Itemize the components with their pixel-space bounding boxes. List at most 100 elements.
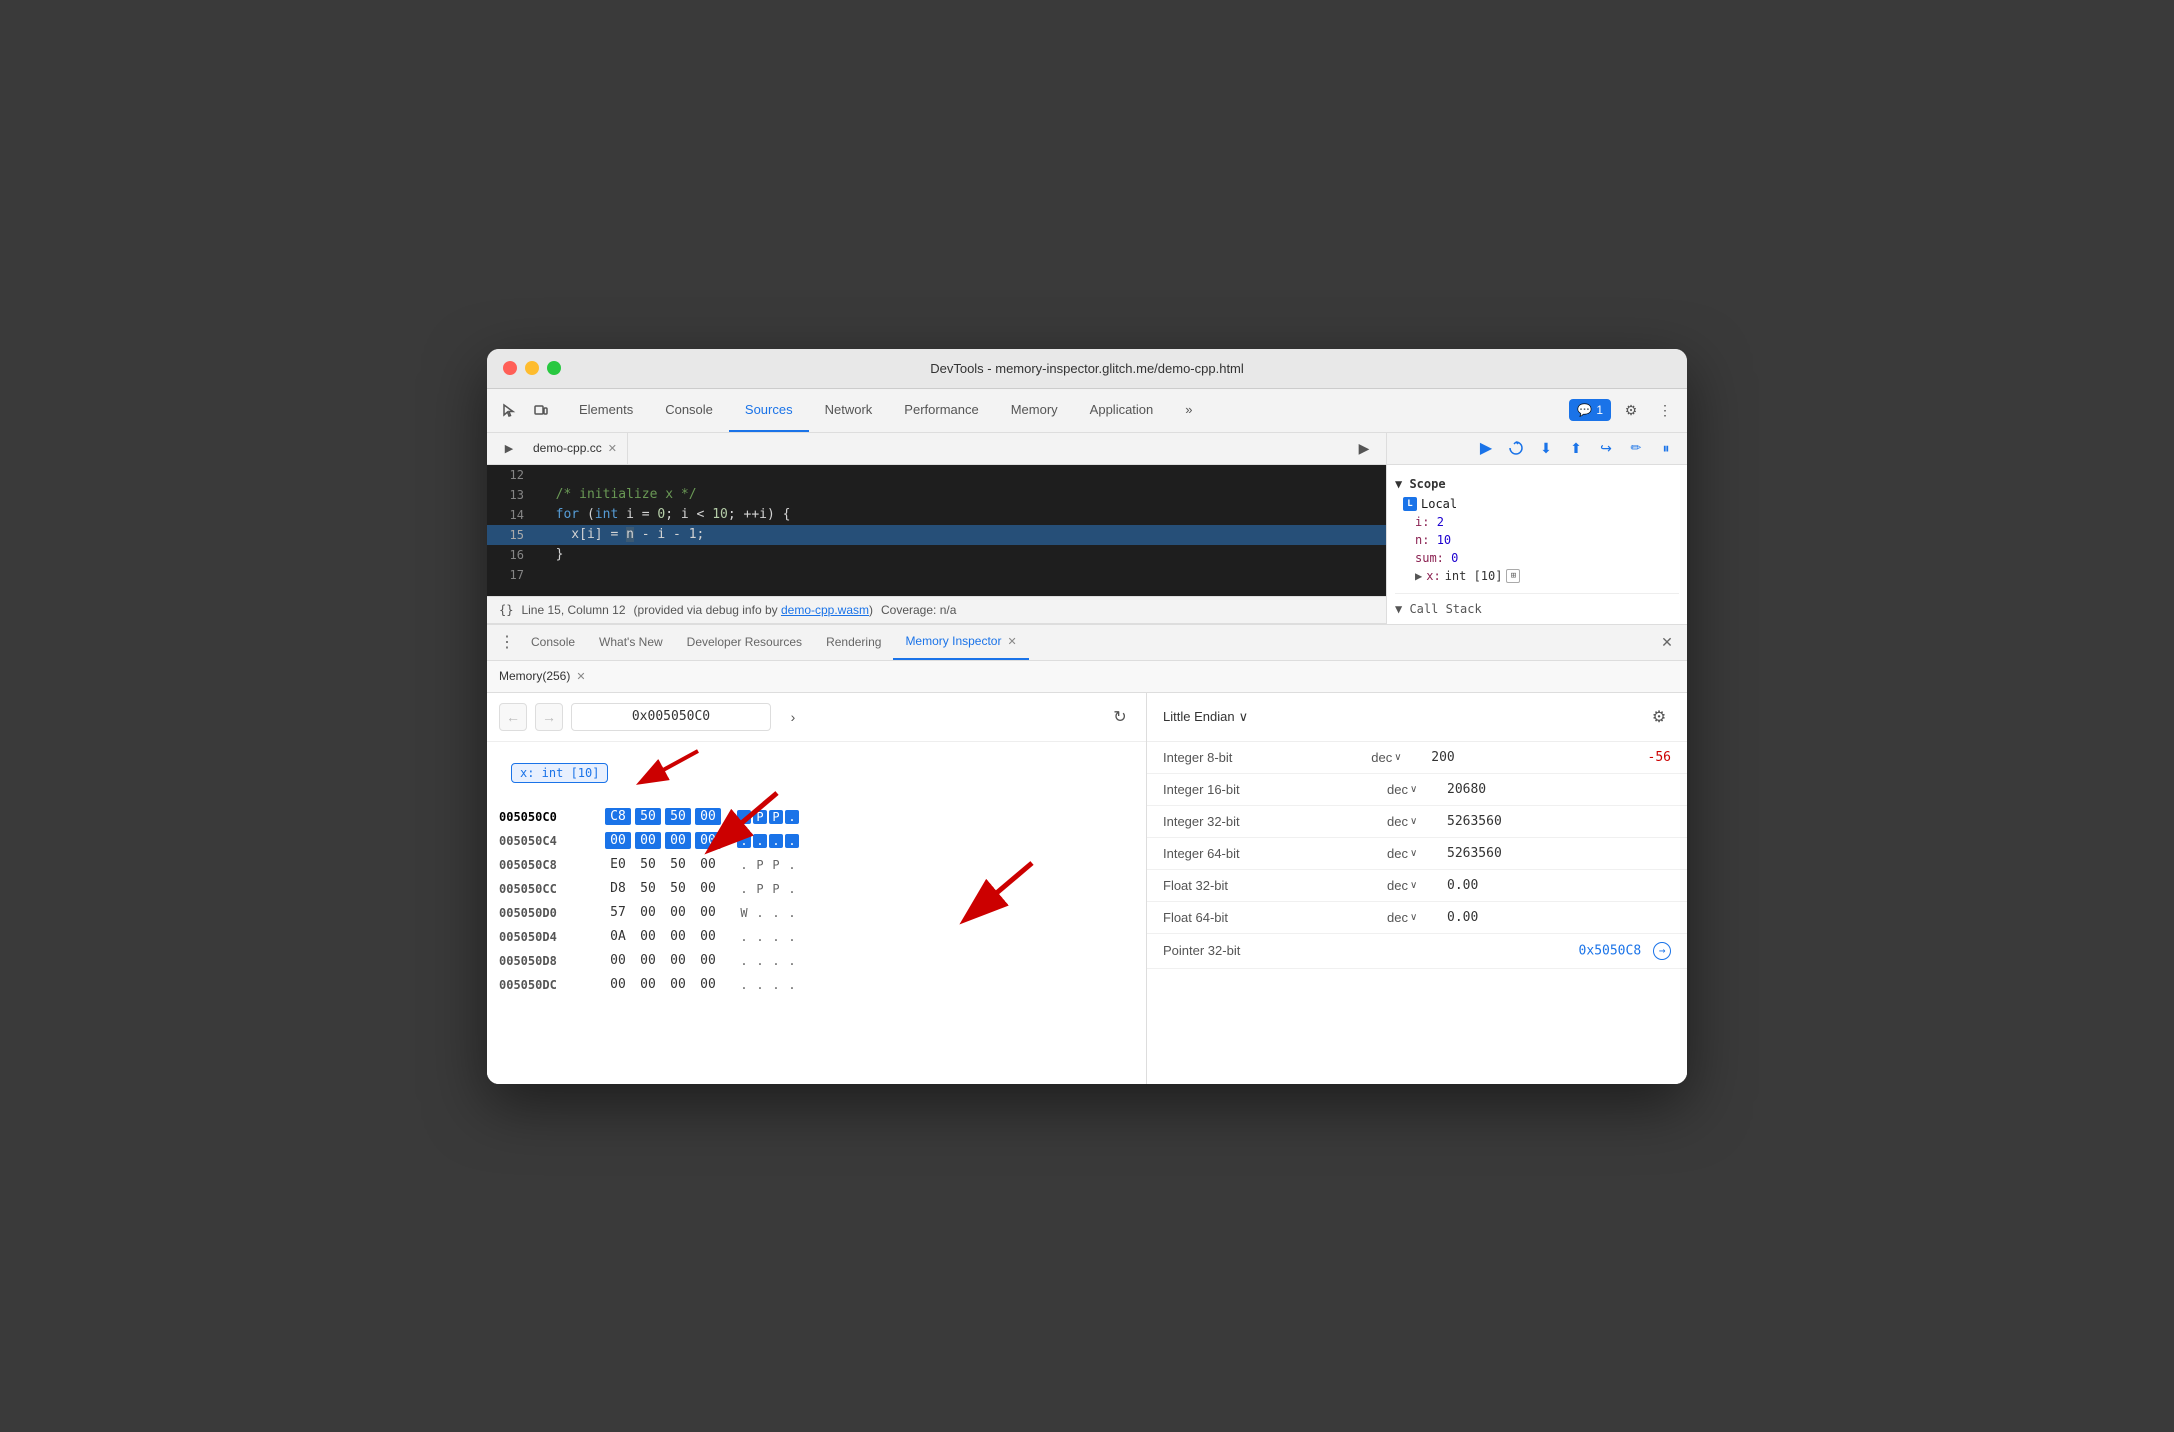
hex-byte-00b[interactable]: 00 xyxy=(605,832,631,849)
tab-sources[interactable]: Sources xyxy=(729,389,809,432)
hex-byte-57[interactable]: 57 xyxy=(605,904,631,921)
debug-step-btn[interactable]: ↪ xyxy=(1593,435,1619,461)
call-stack-header[interactable]: ▼ Call Stack xyxy=(1395,593,1679,616)
hex-byte-50f[interactable]: 50 xyxy=(665,880,691,897)
bottom-tab-devresources[interactable]: Developer Resources xyxy=(675,625,814,660)
value-ptr32[interactable]: 0x5050C8 → xyxy=(1579,942,1671,960)
hex-back-btn[interactable]: ← xyxy=(499,703,527,731)
format-float32[interactable]: dec ∨ xyxy=(1387,878,1447,893)
bottom-tab-whatsnew[interactable]: What's New xyxy=(587,625,675,660)
hex-fwd-btn[interactable]: → xyxy=(535,703,563,731)
scope-local-header[interactable]: L Local xyxy=(1403,495,1679,513)
values-settings-btn[interactable]: ⚙ xyxy=(1647,705,1671,729)
hex-byte-00i[interactable]: 00 xyxy=(665,904,691,921)
hex-byte-50d[interactable]: 50 xyxy=(665,856,691,873)
debug-stepover-btn[interactable] xyxy=(1503,435,1529,461)
memory-icon[interactable]: ⊞ xyxy=(1506,569,1520,583)
hex-byte-50b[interactable]: 50 xyxy=(665,808,691,825)
hex-byte-00o[interactable]: 00 xyxy=(635,952,661,969)
hex-byte-00d[interactable]: 00 xyxy=(665,832,691,849)
hex-byte-00e[interactable]: 00 xyxy=(695,832,721,849)
bottom-tab-menu-btn[interactable]: ⋮ xyxy=(495,630,519,654)
format-int8[interactable]: dec ∨ xyxy=(1371,750,1431,765)
run-icon-btn[interactable]: ▶ xyxy=(495,434,523,462)
hex-byte-00s[interactable]: 00 xyxy=(635,976,661,993)
hex-byte-00r[interactable]: 00 xyxy=(605,976,631,993)
bottom-tab-memoryinspector[interactable]: Memory Inspector ✕ xyxy=(893,625,1028,660)
hex-byte-c8[interactable]: C8 xyxy=(605,808,631,825)
hex-byte-00h[interactable]: 00 xyxy=(635,904,661,921)
cursor-icon-btn[interactable] xyxy=(495,396,523,424)
source-tab-close[interactable]: ✕ xyxy=(608,442,617,455)
debug-pause-btn[interactable]: ⏸ xyxy=(1653,435,1679,461)
hex-byte-00g[interactable]: 00 xyxy=(695,880,721,897)
address-input[interactable] xyxy=(571,703,771,731)
minimize-button[interactable] xyxy=(525,361,539,375)
scope-item-x[interactable]: ▶ x: int [10] ⊞ xyxy=(1403,567,1679,585)
hex-byte-00f[interactable]: 00 xyxy=(695,856,721,873)
hex-byte-e0[interactable]: E0 xyxy=(605,856,631,873)
tab-elements[interactable]: Elements xyxy=(563,389,649,432)
hex-byte-00p[interactable]: 00 xyxy=(665,952,691,969)
hex-char-dot21: . xyxy=(737,978,751,992)
close-bottom-panel-btn[interactable]: ✕ xyxy=(1655,630,1679,654)
hex-byte-00a[interactable]: 00 xyxy=(695,808,721,825)
tab-performance[interactable]: Performance xyxy=(888,389,994,432)
source-nav-right-btn[interactable]: ▶ xyxy=(1350,434,1378,462)
refresh-btn[interactable]: ↻ xyxy=(1106,703,1134,731)
debug-deactivate-btn[interactable]: ✏ xyxy=(1623,435,1649,461)
hex-byte-00c[interactable]: 00 xyxy=(635,832,661,849)
source-file-tab[interactable]: demo-cpp.cc ✕ xyxy=(523,433,628,464)
tab-network[interactable]: Network xyxy=(809,389,889,432)
scope-item-sum[interactable]: sum: 0 xyxy=(1403,549,1679,567)
memory-buffer-tab[interactable]: Memory(256) ✕ xyxy=(499,669,586,683)
status-position: Line 15, Column 12 xyxy=(521,603,625,617)
ptr-navigate-icon[interactable]: → xyxy=(1653,942,1671,960)
hex-char-dot4: . xyxy=(769,834,783,848)
debug-stepout-btn[interactable]: ⬆ xyxy=(1563,435,1589,461)
memory-tag[interactable]: x: int [10] xyxy=(511,763,608,783)
hex-byte-00m[interactable]: 00 xyxy=(695,928,721,945)
scope-section: L Local i: 2 n: 10 sum: xyxy=(1403,495,1679,585)
endian-select-btn[interactable]: Little Endian ∨ xyxy=(1163,709,1248,725)
chat-badge-btn[interactable]: 💬 1 xyxy=(1569,399,1611,421)
hex-byte-50a[interactable]: 50 xyxy=(635,808,661,825)
debug-resume-btn[interactable]: ▶ xyxy=(1473,435,1499,461)
hex-byte-0a[interactable]: 0A xyxy=(605,928,631,945)
hex-addr-3: 005050CC xyxy=(499,882,589,896)
hex-byte-00j[interactable]: 00 xyxy=(695,904,721,921)
format-int16[interactable]: dec ∨ xyxy=(1387,782,1447,797)
memory-inspector-tab-close[interactable]: ✕ xyxy=(1007,635,1016,648)
bottom-tab-console[interactable]: Console xyxy=(519,625,587,660)
bottom-tab-rendering[interactable]: Rendering xyxy=(814,625,893,660)
hex-addr-5: 005050D4 xyxy=(499,930,589,944)
hex-byte-00l[interactable]: 00 xyxy=(665,928,691,945)
settings-btn[interactable]: ⚙ xyxy=(1617,396,1645,424)
tab-more[interactable]: » xyxy=(1169,389,1208,432)
tab-console[interactable]: Console xyxy=(649,389,729,432)
hex-byte-00q[interactable]: 00 xyxy=(695,952,721,969)
address-go-btn[interactable]: › xyxy=(779,703,807,731)
scope-item-n[interactable]: n: 10 xyxy=(1403,531,1679,549)
format-int32[interactable]: dec ∨ xyxy=(1387,814,1447,829)
hex-byte-00u[interactable]: 00 xyxy=(695,976,721,993)
hex-byte-50c[interactable]: 50 xyxy=(635,856,661,873)
hex-byte-00t[interactable]: 00 xyxy=(665,976,691,993)
close-button[interactable] xyxy=(503,361,517,375)
hex-byte-d8[interactable]: D8 xyxy=(605,880,631,897)
debug-stepinto-btn[interactable]: ⬇ xyxy=(1533,435,1559,461)
scope-item-i[interactable]: i: 2 xyxy=(1403,513,1679,531)
format-float64[interactable]: dec ∨ xyxy=(1387,910,1447,925)
hex-byte-50e[interactable]: 50 xyxy=(635,880,661,897)
tab-memory[interactable]: Memory xyxy=(995,389,1074,432)
tab-application[interactable]: Application xyxy=(1074,389,1170,432)
format-int64[interactable]: dec ∨ xyxy=(1387,846,1447,861)
hex-byte-00n[interactable]: 00 xyxy=(605,952,631,969)
line-content-13: /* initialize x */ xyxy=(532,487,697,502)
device-toolbar-btn[interactable] xyxy=(527,396,555,424)
maximize-button[interactable] xyxy=(547,361,561,375)
more-btn[interactable]: ⋮ xyxy=(1651,396,1679,424)
memory-tab-close-btn[interactable]: ✕ xyxy=(576,670,585,683)
hex-byte-00k[interactable]: 00 xyxy=(635,928,661,945)
status-format: {} xyxy=(499,603,513,617)
